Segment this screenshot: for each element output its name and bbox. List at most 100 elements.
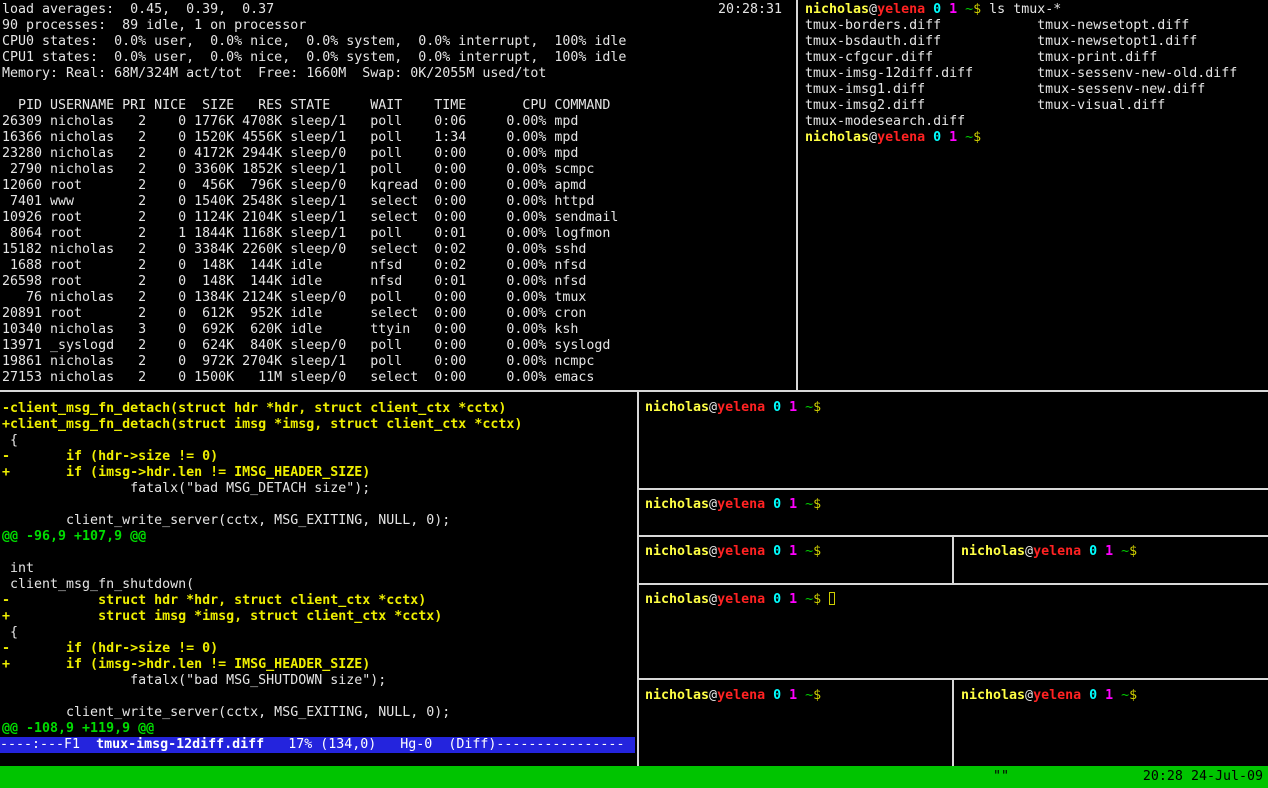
prompt-jobs: 1	[781, 592, 797, 607]
prompt-at: @	[709, 497, 717, 512]
prompt-host: yelena	[717, 400, 765, 415]
pane-prompt-line: nicholas@yelena 0 1 ~$	[961, 688, 1137, 704]
process-row: 15182 nicholas 2 0 3384K 2260K sleep/0 s…	[2, 242, 626, 258]
prompt-host: yelena	[717, 688, 765, 703]
file-listing-line: tmux-imsg-12diff.diff tmux-sessenv-new-o…	[805, 66, 1237, 82]
prompt-cwd: ~	[957, 130, 973, 145]
prompt-user: nicholas	[805, 2, 869, 17]
file-listing-line: tmux-cfgcur.diff tmux-print.diff	[805, 50, 1237, 66]
file-listing-line: tmux-imsg1.diff tmux-sessenv-new.diff	[805, 82, 1237, 98]
tmux-status-bar[interactable]: [0] 0:irssi# 1:todo 2:ncmpc- 3:mutt 4:ss…	[0, 766, 1268, 788]
prompt-cwd: ~	[797, 688, 813, 703]
diff-line: @@ -96,9 +107,9 @@	[2, 529, 522, 545]
prompt-hist: 0	[925, 130, 941, 145]
prompt-hist: 0	[765, 497, 781, 512]
prompt-cwd: ~	[797, 497, 813, 512]
diff-line: client_write_server(cctx, MSG_EXITING, N…	[2, 705, 522, 721]
pane-emacs-diff[interactable]: -client_msg_fn_detach(struct hdr *hdr, s…	[2, 401, 522, 737]
modeline-filename: tmux-imsg-12diff.diff	[96, 737, 264, 752]
prompt-cwd: ~	[797, 592, 813, 607]
pane-shell-b[interactable]: nicholas@yelena 0 1 ~$	[645, 497, 821, 513]
pane-shell-g[interactable]: nicholas@yelena 0 1 ~$	[961, 688, 1137, 704]
diff-line: client_msg_fn_shutdown(	[2, 577, 522, 593]
prompt-sig: $	[973, 130, 981, 145]
terminal-cursor[interactable]	[829, 592, 835, 605]
pane-shell-f[interactable]: nicholas@yelena 0 1 ~$	[645, 688, 821, 704]
process-row: 7401 www 2 0 1540K 2548K sleep/1 select …	[2, 194, 626, 210]
pane-border-vertical-top	[796, 0, 798, 390]
prompt-jobs: 1	[781, 688, 797, 703]
pane-prompt-line: nicholas@yelena 0 1 ~$	[645, 592, 835, 608]
process-row: 76 nicholas 2 0 1384K 2124K sleep/0 poll…	[2, 290, 626, 306]
diff-line: - if (hdr->size != 0)	[2, 449, 522, 465]
status-clock: 20:28 24-Jul-09	[1143, 766, 1263, 788]
pane-shell-d[interactable]: nicholas@yelena 0 1 ~$	[961, 544, 1137, 560]
diff-line: -client_msg_fn_detach(struct hdr *hdr, s…	[2, 401, 522, 417]
prompt-jobs: 1	[941, 130, 957, 145]
prompt-user: nicholas	[961, 544, 1025, 559]
pane-prompt-line: nicholas@yelena 0 1 ~$	[645, 688, 821, 704]
diff-line	[2, 545, 522, 561]
prompt-at: @	[1025, 688, 1033, 703]
top-info-line: CPU0 states: 0.0% user, 0.0% nice, 0.0% …	[2, 34, 626, 50]
prompt-hist: 0	[765, 688, 781, 703]
process-row: 26598 root 2 0 148K 144K idle nfsd 0:01 …	[2, 274, 626, 290]
pane-prompt-line: nicholas@yelena 0 1 ~$	[961, 544, 1137, 560]
prompt-user: nicholas	[961, 688, 1025, 703]
prompt-sig: $	[813, 544, 821, 559]
process-row: 2790 nicholas 2 0 3360K 1852K sleep/1 po…	[2, 162, 626, 178]
diff-line: int	[2, 561, 522, 577]
process-row: 1688 root 2 0 148K 144K idle nfsd 0:02 0…	[2, 258, 626, 274]
prompt-cwd: ~	[797, 544, 813, 559]
pane-prompt-line: nicholas@yelena 0 1 ~$	[645, 544, 821, 560]
shell-prompt-line: nicholas@yelena 0 1 ~$ ls tmux-*	[805, 2, 1237, 18]
pane-shell-c[interactable]: nicholas@yelena 0 1 ~$	[645, 544, 821, 560]
process-row: 10340 nicholas 3 0 692K 620K idle ttyin …	[2, 322, 626, 338]
file-listing-line: tmux-modesearch.diff	[805, 114, 1237, 130]
prompt-sig: $	[813, 400, 821, 415]
prompt-hist: 0	[765, 400, 781, 415]
prompt-at: @	[869, 2, 877, 17]
process-row: 13971 _syslogd 2 0 624K 840K sleep/0 pol…	[2, 338, 626, 354]
diff-line: {	[2, 625, 522, 641]
diff-line: + if (imsg->hdr.len != IMSG_HEADER_SIZE)	[2, 465, 522, 481]
pane-border-h3	[639, 583, 1268, 585]
prompt-user: nicholas	[645, 497, 709, 512]
prompt-jobs: 1	[1097, 544, 1113, 559]
process-row: 20891 root 2 0 612K 952K idle select 0:0…	[2, 306, 626, 322]
prompt-host: yelena	[1033, 544, 1081, 559]
pane-top-output[interactable]: load averages: 0.45, 0.39, 0.3790 proces…	[2, 2, 626, 386]
diff-line: {	[2, 433, 522, 449]
top-info-line: Memory: Real: 68M/324M act/tot Free: 166…	[2, 66, 626, 82]
prompt-host: yelena	[717, 497, 765, 512]
pane-border-h1	[639, 488, 1268, 490]
diff-line: @@ -108,9 +119,9 @@	[2, 721, 522, 737]
prompt-sig: $	[1129, 544, 1137, 559]
diff-line	[2, 497, 522, 513]
modeline-prefix: ----:---F1	[0, 737, 96, 752]
prompt-sig: $	[973, 2, 981, 17]
prompt-at: @	[869, 130, 877, 145]
emacs-modeline: ----:---F1 tmux-imsg-12diff.diff 17% (13…	[0, 737, 635, 753]
pane-shell-a[interactable]: nicholas@yelena 0 1 ~$	[645, 400, 821, 416]
pane-border-vertical-bottom	[637, 392, 639, 766]
prompt-host: yelena	[1033, 688, 1081, 703]
top-info-line: 90 processes: 89 idle, 1 on processor	[2, 18, 626, 34]
pane-shell-ls[interactable]: nicholas@yelena 0 1 ~$ ls tmux-*tmux-bor…	[805, 2, 1237, 146]
process-table-header: PID USERNAME PRI NICE SIZE RES STATE WAI…	[2, 98, 626, 114]
file-listing-line: tmux-bsdauth.diff tmux-newsetopt1.diff	[805, 34, 1237, 50]
prompt-sig: $	[813, 688, 821, 703]
prompt-at: @	[709, 688, 717, 703]
diff-line: client_write_server(cctx, MSG_EXITING, N…	[2, 513, 522, 529]
process-row: 26309 nicholas 2 0 1776K 4708K sleep/1 p…	[2, 114, 626, 130]
prompt-host: yelena	[717, 544, 765, 559]
diff-line: - if (hdr->size != 0)	[2, 641, 522, 657]
prompt-cwd: ~	[1113, 544, 1129, 559]
pane-shell-active[interactable]: nicholas@yelena 0 1 ~$	[645, 592, 835, 608]
prompt-user: nicholas	[805, 130, 869, 145]
prompt-host: yelena	[877, 2, 925, 17]
diff-line: fatalx("bad MSG_DETACH size");	[2, 481, 522, 497]
diff-line: - struct hdr *hdr, struct client_ctx *cc…	[2, 593, 522, 609]
prompt-jobs: 1	[781, 400, 797, 415]
prompt-cwd: ~	[957, 2, 973, 17]
